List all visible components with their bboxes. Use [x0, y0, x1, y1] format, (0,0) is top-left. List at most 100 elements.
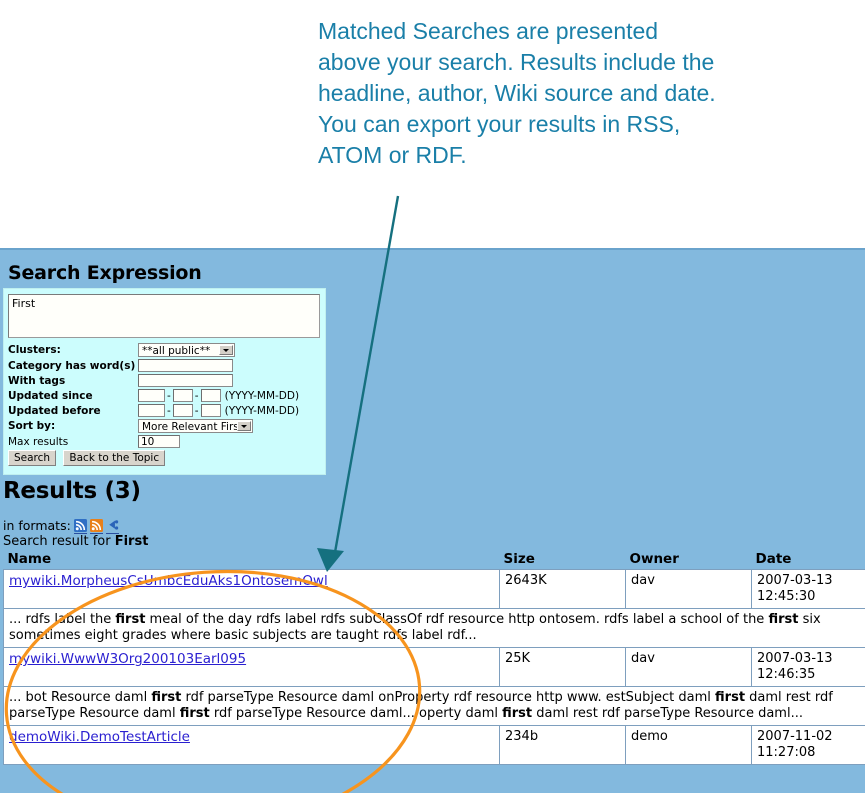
result-size-cell: 234b	[499, 725, 626, 765]
snippet-match-term: first	[715, 690, 746, 705]
search-expression-form: First Clusters: **all public** Category …	[3, 288, 326, 475]
table-row: mywiki.MorpheusCsUmbcEduAks1OntosemOwl 26…	[3, 569, 865, 609]
atom-feed-icon[interactable]	[89, 518, 103, 532]
result-snippet-row: ... rdfs label the first meal of the day…	[3, 608, 865, 648]
tags-label: With tags	[8, 374, 66, 387]
chevron-down-icon[interactable]	[237, 421, 251, 431]
date-separator-3: -	[167, 404, 171, 417]
field-row-tags: With tags	[8, 374, 299, 389]
result-date-cell: 2007-11-02 11:27:08	[751, 725, 865, 765]
updated-since-label: Updated since	[8, 389, 93, 402]
sort-by-cell: More Relevant First	[138, 419, 299, 435]
search-button[interactable]: Search	[8, 450, 57, 466]
results-table-head: Name Size Owner Date	[4, 551, 865, 570]
result-date-cell: 2007-03-13 12:46:35	[751, 647, 865, 687]
result-snippet-row: ... bot Resource daml first rdf parseTyp…	[3, 686, 865, 726]
category-cell	[138, 359, 299, 374]
result-size-cell: 25K	[499, 647, 626, 687]
rss-feed-icon-underline	[73, 532, 87, 534]
field-row-max-results: Max results	[8, 435, 299, 450]
export-formats-line: in formats:	[3, 518, 865, 534]
snippet-match-term: first	[115, 612, 146, 627]
field-row-updated-before: Updated before - - (YYYY-MM-DD)	[8, 404, 299, 419]
result-date-cell: 2007-03-13 12:45:30	[751, 569, 865, 609]
sort-by-label: Sort by:	[8, 420, 56, 432]
updated-before-label: Updated before	[8, 404, 101, 417]
result-name-cell: mywiki.WwwW3Org200103Earl095	[3, 647, 500, 687]
result-link[interactable]: demoWiki.DemoTestArticle	[9, 729, 190, 745]
updated-before-day-input[interactable]	[200, 404, 221, 417]
column-header-size[interactable]: Size	[500, 551, 626, 570]
form-buttons-cell: Search Back to the Topic	[8, 450, 299, 468]
rdf-icon-underline	[105, 532, 119, 534]
results-table: Name Size Owner Date mywiki.MorpheusCsUm…	[3, 551, 865, 765]
rss-feed-icon[interactable]	[73, 518, 87, 532]
search-expression-title: Search Expression	[8, 262, 202, 284]
max-results-label: Max results	[8, 435, 69, 448]
annotation-callout-text: Matched Searches are presented above you…	[318, 18, 716, 168]
max-results-input[interactable]	[138, 435, 180, 448]
updated-since-year-input[interactable]	[138, 389, 165, 402]
table-row: demoWiki.DemoTestArticle 234b demo 2007-11-…	[3, 725, 865, 765]
date-separator-1: -	[167, 389, 171, 402]
updated-since-format-hint: (YYYY-MM-DD)	[224, 389, 300, 402]
tags-cell	[138, 374, 299, 389]
date-separator-4: -	[194, 404, 199, 417]
field-row-updated-since: Updated since - - (YYYY-MM-DD)	[8, 389, 299, 404]
updated-since-month-input[interactable]	[172, 389, 193, 402]
result-name-cell: demoWiki.DemoTestArticle	[3, 725, 500, 765]
rdf-icon[interactable]	[106, 519, 119, 532]
snippet-match-term: first	[768, 612, 799, 627]
formats-label: in formats:	[3, 518, 71, 533]
clusters-label: Clusters:	[8, 344, 61, 356]
search-fields-table: Clusters: **all public** Category has wo…	[8, 343, 299, 468]
updated-before-year-input[interactable]	[138, 404, 165, 417]
updated-since-cell: - - (YYYY-MM-DD)	[138, 389, 299, 404]
sort-by-select[interactable]: More Relevant First	[138, 419, 253, 433]
atom-feed-icon-underline	[89, 532, 103, 534]
category-label: Category has word(s)	[8, 359, 136, 372]
result-link[interactable]: mywiki.WwwW3Org200103Earl095	[9, 651, 246, 667]
sort-by-select-value: More Relevant First	[142, 421, 243, 433]
snippet-match-term: first	[151, 690, 182, 705]
field-row-clusters: Clusters: **all public**	[8, 343, 299, 359]
column-header-owner[interactable]: Owner	[626, 551, 752, 570]
result-size-cell: 2643K	[499, 569, 626, 609]
snippet-match-term: first	[179, 706, 210, 721]
result-name-cell: mywiki.MorpheusCsUmbcEduAks1OntosemOwl	[3, 569, 500, 609]
clusters-cell: **all public**	[138, 343, 299, 359]
results-section: Results (3) in formats: Search result fo…	[3, 478, 865, 765]
atom-feed-icon-wrap[interactable]	[89, 518, 103, 534]
date-separator-2: -	[194, 389, 199, 402]
updated-since-day-input[interactable]	[200, 389, 221, 402]
field-row-sort-by: Sort by: More Relevant First	[8, 419, 299, 435]
results-table-body: mywiki.MorpheusCsUmbcEduAks1OntosemOwl 26…	[3, 569, 865, 765]
result-link[interactable]: mywiki.MorpheusCsUmbcEduAks1OntosemOwl	[9, 573, 328, 589]
search-result-for-term: First	[114, 534, 149, 549]
results-header-row: Name Size Owner Date	[4, 551, 865, 570]
clusters-select[interactable]: **all public**	[138, 343, 235, 357]
table-row: mywiki.WwwW3Org200103Earl095 25K dav 2007-0…	[3, 647, 865, 687]
column-header-name[interactable]: Name	[4, 551, 500, 570]
rdf-icon-wrap[interactable]	[105, 519, 119, 534]
search-query-textarea[interactable]: First	[8, 294, 320, 338]
page-content-panel: Search Expression First Clusters: **all …	[0, 248, 865, 793]
search-result-for-line: Search result for First	[3, 534, 865, 549]
result-owner-cell: dav	[625, 569, 752, 609]
updated-before-format-hint: (YYYY-MM-DD)	[224, 404, 300, 417]
field-row-buttons: Search Back to the Topic	[8, 450, 299, 468]
result-snippet: ... rdfs label the first meal of the day…	[3, 608, 865, 648]
result-owner-cell: dav	[625, 647, 752, 687]
field-row-category: Category has word(s)	[8, 359, 299, 374]
tags-input[interactable]	[138, 374, 233, 387]
rss-feed-icon-wrap[interactable]	[73, 518, 87, 534]
updated-before-cell: - - (YYYY-MM-DD)	[138, 404, 299, 419]
results-heading: Results (3)	[3, 478, 141, 504]
back-to-topic-button[interactable]: Back to the Topic	[63, 450, 166, 466]
clusters-select-value: **all public**	[142, 345, 211, 357]
chevron-down-icon[interactable]	[219, 345, 233, 355]
updated-before-month-input[interactable]	[172, 404, 193, 417]
category-input[interactable]	[138, 359, 233, 372]
column-header-date[interactable]: Date	[752, 551, 865, 570]
result-owner-cell: demo	[625, 725, 752, 765]
